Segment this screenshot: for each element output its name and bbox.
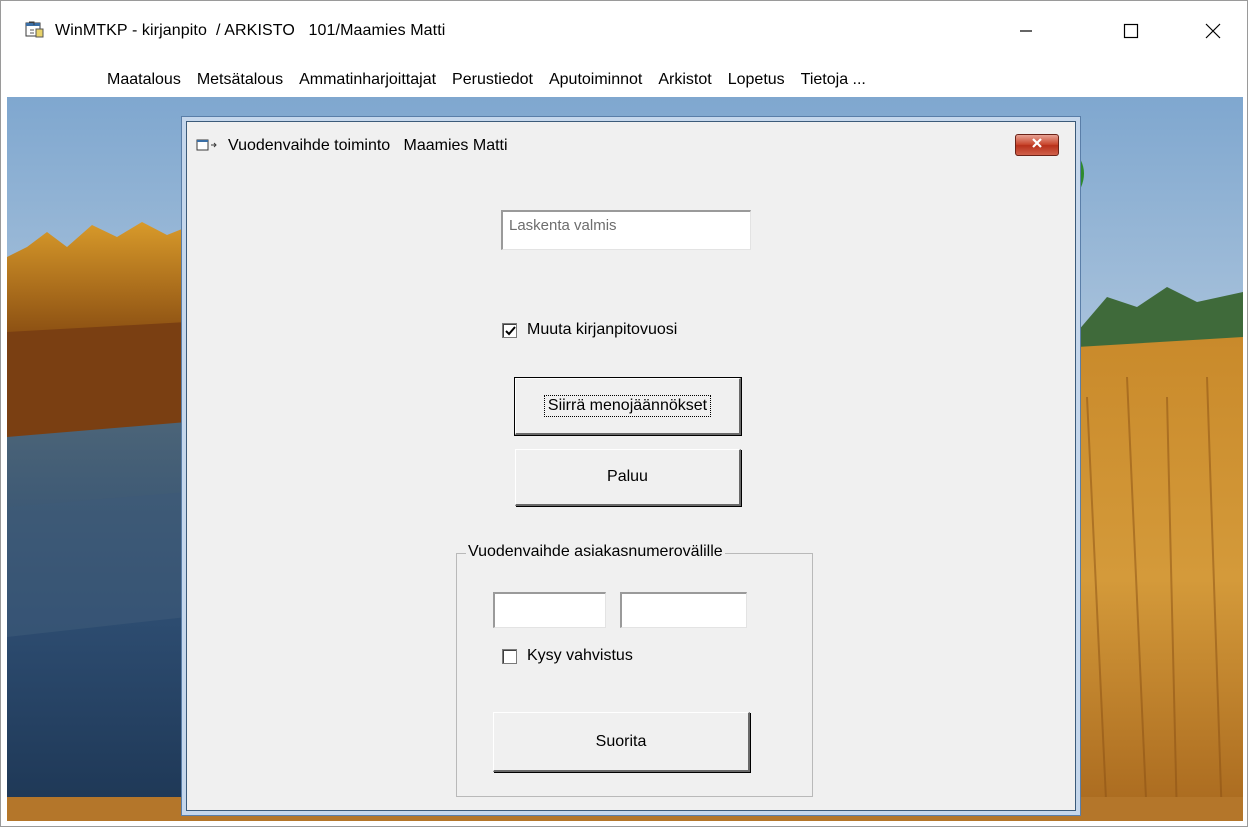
menu-item-aputoiminnot[interactable]: Aputoiminnot: [541, 68, 650, 92]
close-icon: [1205, 23, 1221, 39]
checkmark-icon: [505, 326, 516, 336]
title-bar[interactable]: WinMTKP - kirjanpito / ARKISTO 101/Maami…: [1, 1, 1247, 63]
minimize-icon: [1019, 24, 1033, 38]
confirm-label: Kysy vahvistus: [527, 647, 633, 664]
maximize-button[interactable]: [1108, 13, 1154, 49]
menu-item-lopetus[interactable]: Lopetus: [720, 68, 793, 92]
menu-item-perustiedot[interactable]: Perustiedot: [444, 68, 541, 92]
window-title: WinMTKP - kirjanpito / ARKISTO 101/Maami…: [55, 22, 446, 39]
year-change-dialog: Vuodenvaihde toiminto Maamies Matti Lask…: [186, 121, 1076, 811]
close-button[interactable]: [1190, 13, 1236, 49]
confirm-checkbox[interactable]: [502, 649, 517, 664]
dialog-close-button[interactable]: [1015, 134, 1059, 156]
app-window-icon: [25, 21, 45, 39]
dialog-window-icon: [196, 138, 220, 157]
menu-bar: Maatalous Metsätalous Ammatinharjoittaja…: [1, 63, 1247, 97]
dialog-title-bar[interactable]: Vuodenvaihde toiminto Maamies Matti: [187, 122, 1075, 166]
change-year-checkbox[interactable]: [502, 323, 517, 338]
maximize-icon: [1123, 23, 1139, 39]
menu-item-metsatalous[interactable]: Metsätalous: [189, 68, 291, 92]
dialog-title: Vuodenvaihde toiminto Maamies Matti: [228, 137, 508, 154]
menu-item-maatalous[interactable]: Maatalous: [99, 68, 189, 92]
menu-item-ammatinharjoittajat[interactable]: Ammatinharjoittajat: [291, 68, 444, 92]
change-year-label: Muuta kirjanpitovuosi: [527, 321, 678, 338]
menu-items: Maatalous Metsätalous Ammatinharjoittaja…: [99, 68, 874, 92]
range-end-input[interactable]: [620, 592, 747, 628]
minimize-button[interactable]: [1003, 13, 1049, 49]
close-icon: [1031, 136, 1043, 154]
transfer-balances-button[interactable]: Siirrä menojäännökset: [514, 377, 742, 436]
customer-range-legend: Vuodenvaihde asiakasnumerovälille: [466, 543, 725, 561]
range-start-input[interactable]: [493, 592, 606, 628]
run-button[interactable]: Suorita: [493, 712, 750, 772]
main-window: WinMTKP - kirjanpito / ARKISTO 101/Maami…: [0, 0, 1248, 827]
status-field: Laskenta valmis: [501, 210, 751, 250]
menu-item-tietoja[interactable]: Tietoja ...: [793, 68, 874, 92]
menu-item-arkistot[interactable]: Arkistot: [650, 68, 719, 92]
return-button[interactable]: Paluu: [515, 449, 741, 506]
transfer-balances-label: Siirrä menojäännökset: [543, 395, 712, 417]
